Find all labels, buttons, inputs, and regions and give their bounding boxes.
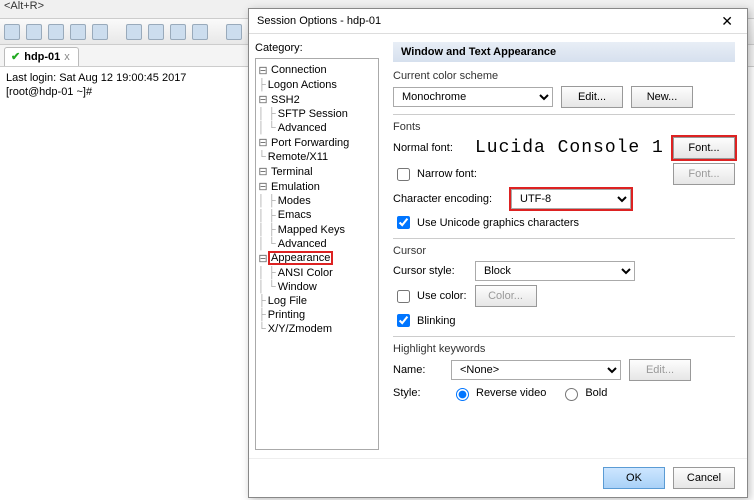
char-encoding-label: Character encoding: [393,193,503,205]
fonts-label: Fonts [393,121,735,133]
unicode-graphics-checkbox[interactable]: Use Unicode graphics characters [393,213,579,232]
normal-font-button[interactable]: Font... [673,137,735,159]
toolbar-icon[interactable] [26,24,42,40]
tree-mapped-keys[interactable]: Mapped Keys [276,224,347,236]
tree-advanced-emu[interactable]: Advanced [276,238,329,250]
session-tab[interactable]: ✔ hdp-01 x [4,47,79,66]
cursor-label: Cursor [393,245,735,257]
blinking-checkbox[interactable]: Blinking [393,311,456,330]
hk-style-label: Style: [393,387,443,399]
toolbar-icon[interactable] [126,24,142,40]
toolbar-icon[interactable] [92,24,108,40]
cursor-color-button: Color... [475,285,537,307]
category-label: Category: [255,42,379,54]
color-scheme-label: Current color scheme [393,70,735,82]
tree-logon-actions[interactable]: Logon Actions [266,79,339,91]
cursor-style-select[interactable]: Block [475,261,635,281]
tree-ansi-color[interactable]: ANSI Color [276,267,335,279]
category-tree[interactable]: ⊟Connection ├ Logon Actions ⊟SSH2 │ ├ SF… [255,58,379,450]
normal-font-value: Lucida Console 1 [475,138,665,158]
tree-collapse-icon[interactable]: ⊟ [258,136,268,149]
tree-remote-x11[interactable]: Remote/X11 [266,151,330,163]
tree-collapse-icon[interactable]: ⊟ [258,64,268,77]
toolbar-icon[interactable] [170,24,186,40]
tree-printing[interactable]: Printing [266,309,307,321]
color-scheme-select[interactable]: Monochrome [393,87,553,107]
toolbar-icon[interactable] [70,24,86,40]
edit-scheme-button[interactable]: Edit... [561,86,623,108]
tree-advanced-ssh[interactable]: Advanced [276,122,329,134]
dialog-titlebar: Session Options - hdp-01 ✕ [249,9,747,34]
tree-window[interactable]: Window [276,281,319,293]
reverse-video-radio[interactable]: Reverse video [451,385,546,401]
normal-font-label: Normal font: [393,142,467,154]
char-encoding-select[interactable]: UTF-8 [511,189,631,209]
narrow-font-checkbox[interactable]: Narrow font: [393,165,477,184]
panel-title: Window and Text Appearance [393,42,735,62]
tree-sftp-session[interactable]: SFTP Session [276,108,350,120]
use-color-checkbox[interactable]: Use color: [393,287,467,306]
tree-ssh2[interactable]: SSH2 [269,94,302,106]
ok-button[interactable]: OK [603,467,665,489]
tree-emulation[interactable]: Emulation [269,181,322,193]
tree-connection[interactable]: Connection [269,64,329,76]
toolbar-icon[interactable] [192,24,208,40]
tree-emacs[interactable]: Emacs [276,209,314,221]
tree-modes[interactable]: Modes [276,195,313,207]
highlight-keywords-label: Highlight keywords [393,343,735,355]
tree-collapse-icon[interactable]: ⊟ [258,180,268,193]
tree-xyzmodem[interactable]: X/Y/Zmodem [266,323,334,335]
tree-terminal[interactable]: Terminal [269,166,315,178]
tree-log-file[interactable]: Log File [266,295,309,307]
tree-collapse-icon[interactable]: ⊟ [258,252,268,265]
dialog-title: Session Options - hdp-01 [257,15,381,27]
close-tab-icon[interactable]: x [64,51,70,63]
close-icon[interactable]: ✕ [715,11,739,32]
toolbar-icon[interactable] [148,24,164,40]
connected-icon: ✔ [11,50,20,63]
cancel-button[interactable]: Cancel [673,467,735,489]
new-scheme-button[interactable]: New... [631,86,693,108]
toolbar-icon[interactable] [226,24,242,40]
tab-label: hdp-01 [24,51,60,63]
tree-collapse-icon[interactable]: ⊟ [258,93,268,106]
hk-edit-button: Edit... [629,359,691,381]
hk-name-select[interactable]: <None> [451,360,621,380]
bold-radio[interactable]: Bold [560,385,607,401]
toolbar-icon[interactable] [4,24,20,40]
tree-collapse-icon[interactable]: ⊟ [258,165,268,178]
session-options-dialog: Session Options - hdp-01 ✕ Category: ⊟Co… [248,8,748,498]
tree-port-forwarding[interactable]: Port Forwarding [269,137,351,149]
hk-name-label: Name: [393,364,443,376]
narrow-font-button: Font... [673,163,735,185]
tree-appearance[interactable]: Appearance [269,252,332,264]
toolbar-icon[interactable] [48,24,64,40]
cursor-style-label: Cursor style: [393,265,467,277]
